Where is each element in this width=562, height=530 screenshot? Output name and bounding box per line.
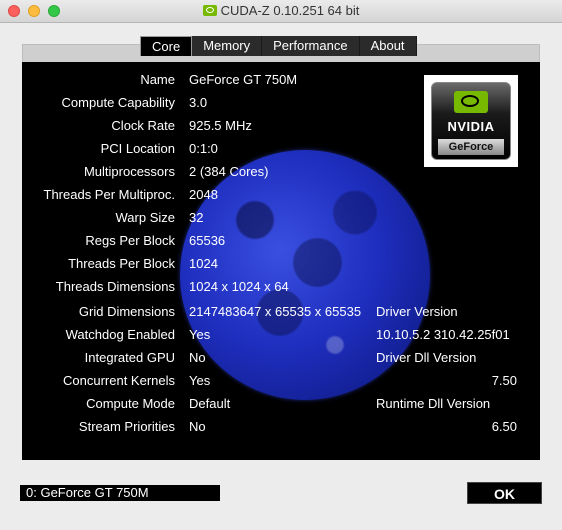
row-label: Threads Dimensions [55,279,175,294]
row-label: PCI Location [100,141,175,156]
row-label: Concurrent Kernels [63,373,175,388]
row-label: Integrated GPU [84,350,175,365]
row-label: Multiprocessors [83,164,175,179]
row-value: 2 (384 Cores) [189,164,269,179]
row-value: 0:1:0 [189,141,218,156]
row-value: 3.0 [189,95,208,110]
row-label: Regs Per Block [85,233,175,248]
row-label: Warp Size [115,210,175,225]
row-value: GeForce GT 750M [189,72,298,87]
core-info-panel: NVIDIA GeForce Name GeForce GT 750M Compu… [22,62,540,460]
row-label: Watchdog Enabled [65,327,175,342]
tab-bar: Core Memory Performance About [140,36,417,56]
row-label: Threads Per Block [68,256,175,271]
row-value: Yes [189,373,211,388]
driver-version-label: Driver Version [376,304,458,319]
row-label: Name [140,72,175,87]
row-label: Stream Priorities [78,419,175,434]
driver-dll-value: 7.50 [491,373,517,388]
row-value: 2048 [189,187,218,202]
row-label: Threads Per Multiproc. [43,187,176,202]
row-value: No [189,419,206,434]
row-value: No [189,350,206,365]
cuda-z-app-icon [202,5,217,16]
ok-button[interactable]: OK [467,482,542,504]
row-label: Grid Dimensions [78,304,175,319]
runtime-dll-value: 6.50 [491,419,517,434]
row-label: Clock Rate [111,118,175,133]
row-value: Default [189,396,231,411]
device-selector[interactable]: 0: GeForce GT 750M [20,485,220,501]
row-value: 1024 x 1024 x 64 [189,279,289,294]
row-value: 2147483647 x 65535 x 65535 [189,304,362,319]
info-rows: Name GeForce GT 750M Compute Capability 3.… [22,62,540,460]
row-label: Compute Capability [61,95,175,110]
row-value: 1024 [189,256,218,271]
row-value: 925.5 MHz [189,118,252,133]
driver-version-value: 10.10.5.2 310.42.25f01 [376,327,510,342]
window-title: CUDA-Z 0.10.251 64 bit [220,3,360,18]
row-label: Compute Mode [86,396,175,411]
tab-performance[interactable]: Performance [262,36,360,56]
row-value: Yes [189,327,211,342]
title-bar: CUDA-Z 0.10.251 64 bit [0,0,562,23]
tab-memory[interactable]: Memory [192,36,263,56]
row-value: 32 [189,210,204,225]
window-title-wrap: CUDA-Z 0.10.251 64 bit [0,3,562,18]
runtime-dll-label: Runtime Dll Version [376,396,491,411]
driver-dll-label: Driver Dll Version [376,350,477,365]
tab-about[interactable]: About [359,36,417,56]
tab-core[interactable]: Core [140,36,193,56]
row-value: 65536 [189,233,226,248]
